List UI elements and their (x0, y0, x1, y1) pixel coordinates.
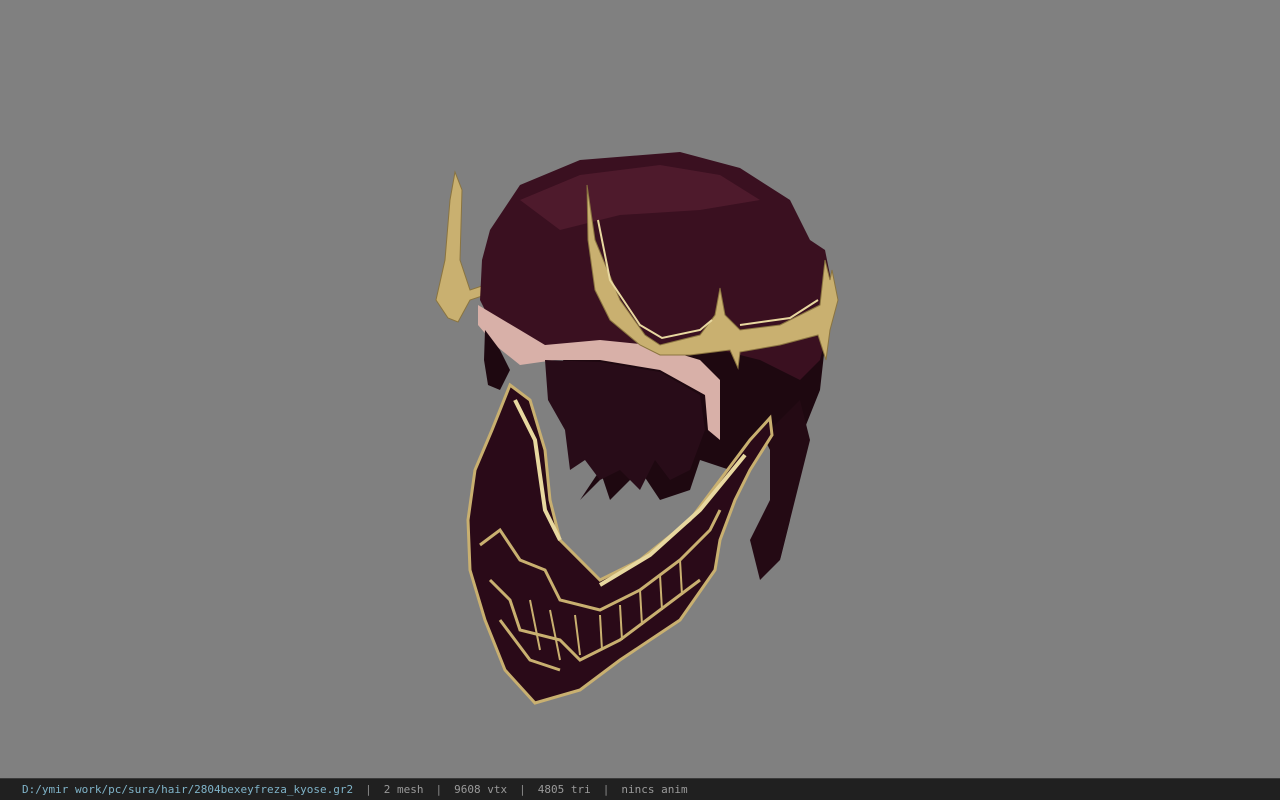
mesh-count-label: 2 mesh (383, 783, 424, 796)
status-separator: | (435, 783, 443, 796)
status-separator: | (365, 783, 372, 796)
status-bar: D:/ymir work/pc/sura/hair/2804bexeyfreza… (0, 778, 1280, 800)
anim-status-label: nincs anim (621, 783, 688, 796)
status-separator: | (602, 783, 610, 796)
hair-model-render (435, 152, 839, 705)
vertex-count-label: 9608 vtx (454, 783, 508, 796)
triangle-count-label: 4805 tri (537, 783, 591, 796)
file-path-label: D:/ymir work/pc/sura/hair/2804bexeyfreza… (22, 783, 354, 796)
3d-viewport[interactable] (0, 0, 1280, 778)
status-separator: | (519, 783, 526, 796)
